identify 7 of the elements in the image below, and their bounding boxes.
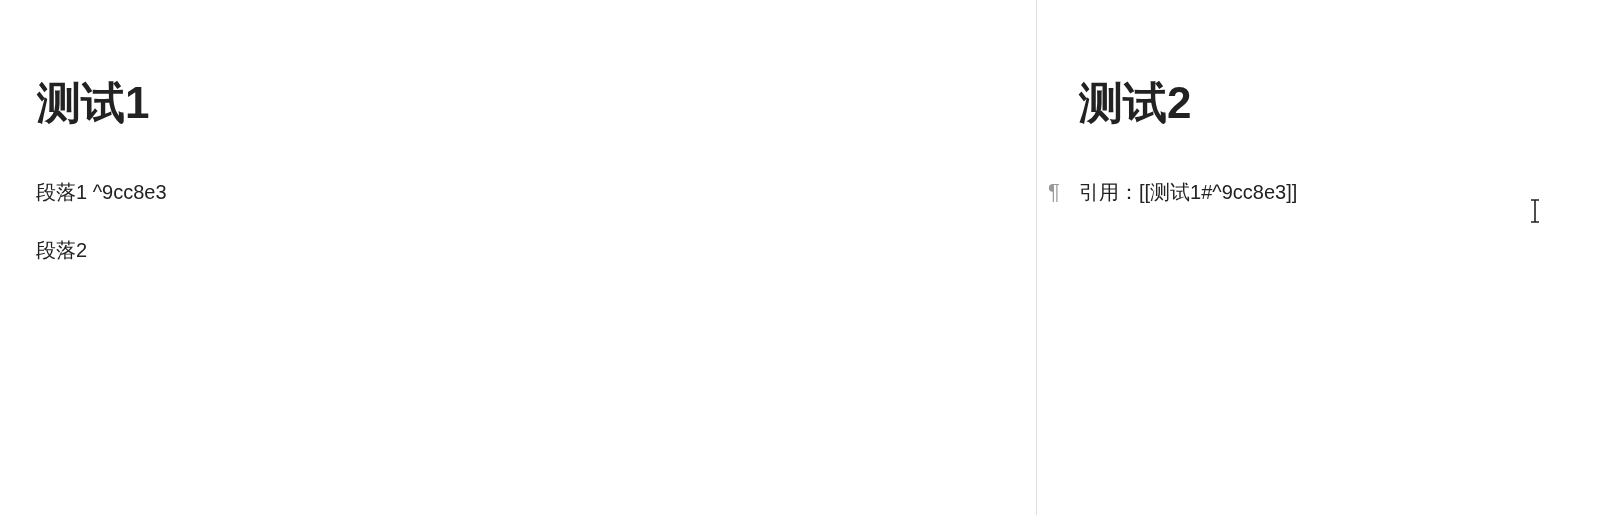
text-cursor-icon: [1530, 199, 1540, 223]
paragraph-marker[interactable]: ¶: [1048, 180, 1079, 204]
note-heading: 测试1: [37, 77, 151, 129]
paragraph: 引用：[[测试1#^9cc8e3]]: [1079, 180, 1298, 204]
note-heading: 测试2: [1079, 77, 1193, 129]
paragraph: 段落1 ^9cc8e3: [36, 180, 167, 204]
paragraph: 段落2: [36, 238, 88, 262]
